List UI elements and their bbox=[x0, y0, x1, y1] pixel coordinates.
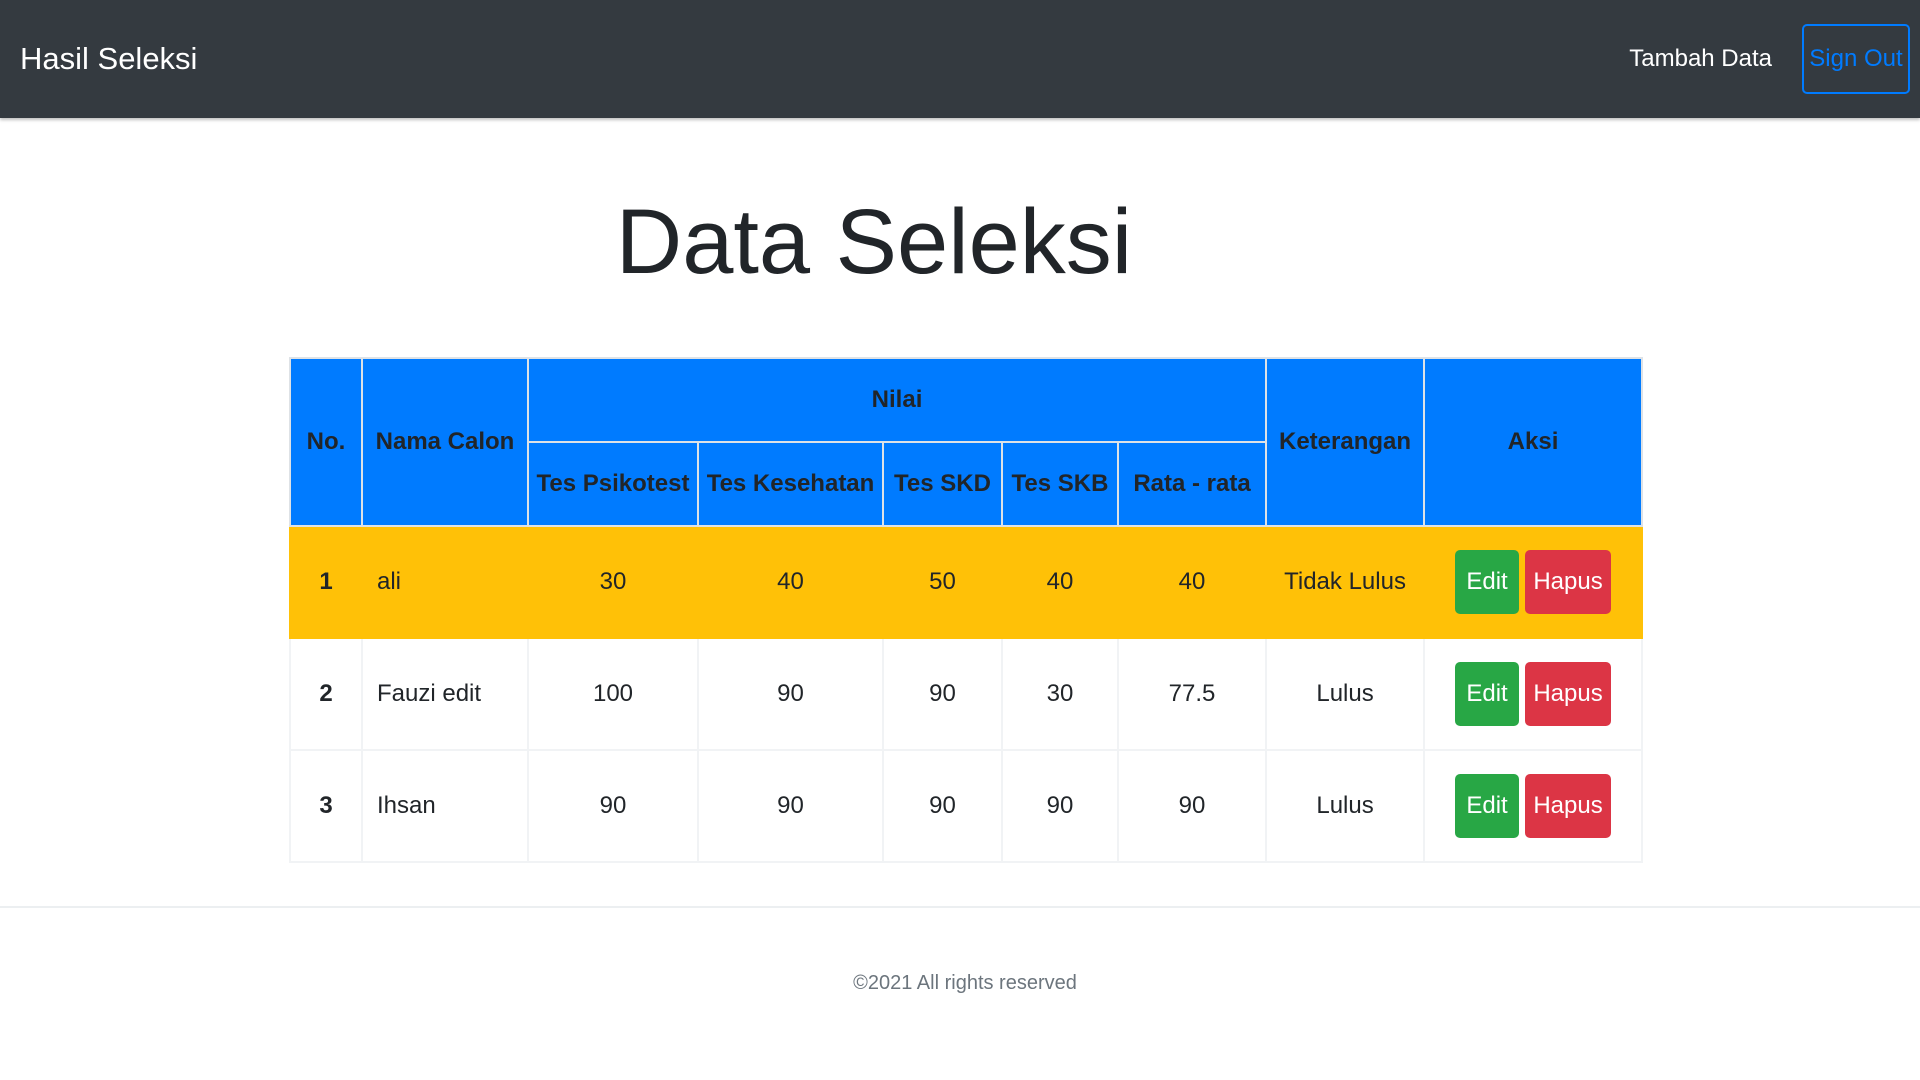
cell-keterangan: Lulus bbox=[1265, 637, 1426, 751]
page-title: Data Seleksi bbox=[615, 191, 1133, 293]
cell-aksi: Edit Hapus bbox=[1423, 637, 1644, 751]
row-actions: Edit Hapus bbox=[1425, 774, 1641, 838]
cell-psikotest: 100 bbox=[527, 637, 699, 751]
cell-nama: ali bbox=[361, 525, 529, 639]
cell-no: 3 bbox=[289, 749, 363, 863]
edit-button[interactable]: Edit bbox=[1455, 774, 1520, 838]
header-tes-psikotest: Tes Psikotest bbox=[527, 441, 699, 527]
cell-nama: Fauzi edit bbox=[361, 637, 529, 751]
cell-psikotest: 30 bbox=[527, 525, 699, 639]
header-no: No. bbox=[289, 357, 363, 527]
table-header: No. Nama Calon Nilai Keterangan Aksi Tes… bbox=[289, 357, 1644, 527]
header-tes-skd: Tes SKD bbox=[882, 441, 1003, 527]
cell-skd: 50 bbox=[882, 525, 1003, 639]
cell-skd: 90 bbox=[882, 637, 1003, 751]
selection-table-container: No. Nama Calon Nilai Keterangan Aksi Tes… bbox=[289, 357, 1644, 863]
table-row: 1 ali 30 40 50 40 40 Tidak Lulus Edit Ha… bbox=[289, 525, 1644, 639]
row-actions: Edit Hapus bbox=[1425, 550, 1641, 614]
sign-out-button[interactable]: Sign Out bbox=[1802, 24, 1910, 94]
selection-table: No. Nama Calon Nilai Keterangan Aksi Tes… bbox=[289, 357, 1644, 863]
header-nama-calon: Nama Calon bbox=[361, 357, 529, 527]
cell-kesehatan: 90 bbox=[697, 749, 884, 863]
cell-rata-rata: 77.5 bbox=[1116, 637, 1268, 751]
header-tes-kesehatan: Tes Kesehatan bbox=[697, 441, 884, 527]
footer-divider bbox=[0, 906, 1920, 908]
edit-button[interactable]: Edit bbox=[1455, 662, 1520, 726]
header-rata-rata: Rata - rata bbox=[1116, 441, 1268, 527]
table-row: 3 Ihsan 90 90 90 90 90 Lulus Edit Hapus bbox=[289, 749, 1644, 863]
cell-rata-rata: 90 bbox=[1116, 749, 1268, 863]
cell-nama: Ihsan bbox=[361, 749, 529, 863]
table-row: 2 Fauzi edit 100 90 90 30 77.5 Lulus Edi… bbox=[289, 637, 1644, 751]
header-keterangan: Keterangan bbox=[1265, 357, 1426, 527]
navbar-brand[interactable]: Hasil Seleksi bbox=[20, 41, 197, 77]
cell-psikotest: 90 bbox=[527, 749, 699, 863]
cell-skb: 90 bbox=[1001, 749, 1119, 863]
navbar: Hasil Seleksi Tambah Data Sign Out bbox=[0, 0, 1920, 118]
cell-aksi: Edit Hapus bbox=[1423, 525, 1644, 639]
tambah-data-link[interactable]: Tambah Data bbox=[1629, 45, 1772, 73]
row-actions: Edit Hapus bbox=[1425, 662, 1641, 726]
hapus-button[interactable]: Hapus bbox=[1525, 550, 1612, 614]
edit-button[interactable]: Edit bbox=[1455, 550, 1520, 614]
cell-skd: 90 bbox=[882, 749, 1003, 863]
hapus-button[interactable]: Hapus bbox=[1525, 774, 1612, 838]
hapus-button[interactable]: Hapus bbox=[1525, 662, 1612, 726]
cell-keterangan: Lulus bbox=[1265, 749, 1426, 863]
cell-kesehatan: 90 bbox=[697, 637, 884, 751]
cell-skb: 40 bbox=[1001, 525, 1119, 639]
footer-copyright: ©2021 All rights reserved bbox=[853, 972, 1077, 994]
navbar-actions: Tambah Data Sign Out bbox=[1629, 24, 1910, 94]
cell-rata-rata: 40 bbox=[1116, 525, 1268, 639]
cell-kesehatan: 40 bbox=[697, 525, 884, 639]
table-body: 1 ali 30 40 50 40 40 Tidak Lulus Edit Ha… bbox=[289, 525, 1644, 863]
cell-skb: 30 bbox=[1001, 637, 1119, 751]
cell-no: 2 bbox=[289, 637, 363, 751]
cell-no: 1 bbox=[289, 525, 363, 639]
cell-aksi: Edit Hapus bbox=[1423, 749, 1644, 863]
header-tes-skb: Tes SKB bbox=[1001, 441, 1119, 527]
header-aksi: Aksi bbox=[1423, 357, 1644, 527]
cell-keterangan: Tidak Lulus bbox=[1265, 525, 1426, 639]
header-nilai: Nilai bbox=[526, 357, 1268, 443]
